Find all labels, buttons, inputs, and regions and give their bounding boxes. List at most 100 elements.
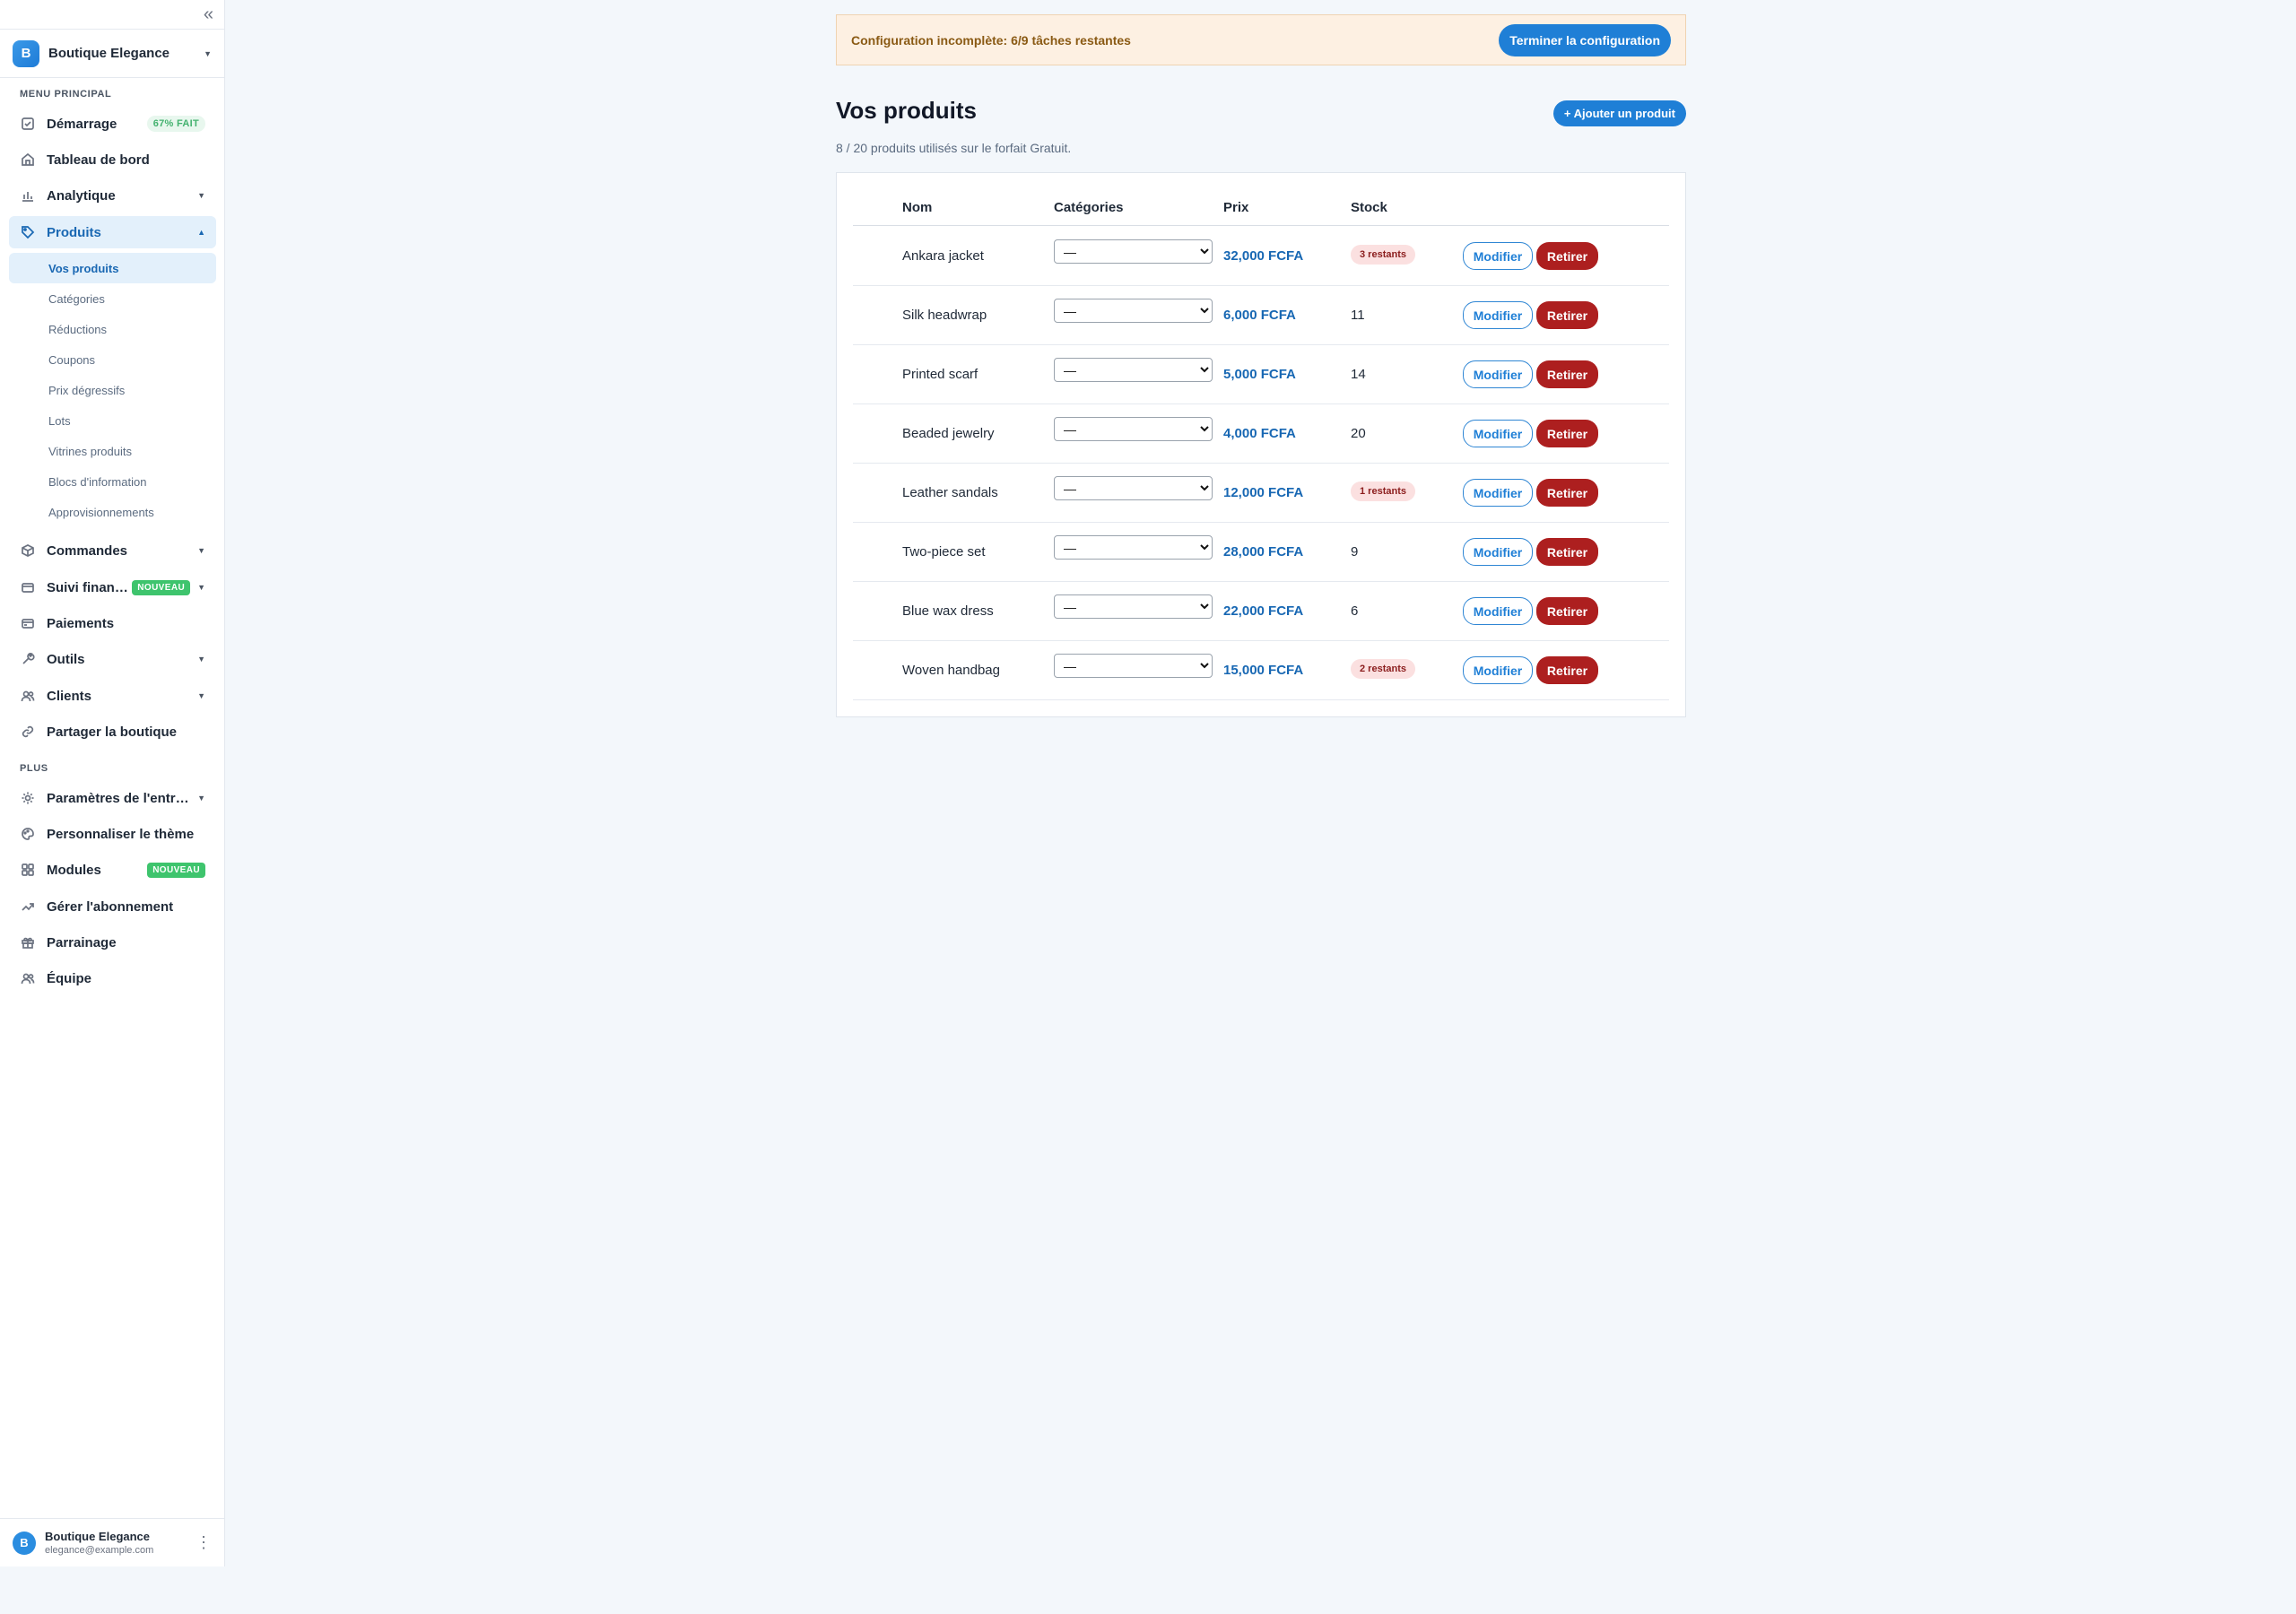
sidebar-item-modules[interactable]: Modules NOUVEAU (9, 854, 216, 886)
avatar: B (13, 1531, 36, 1555)
table-row: Blue wax dress — 22,000 FCFA 6 Modifier Retir… (853, 582, 1669, 641)
modify-button[interactable]: Modifier (1463, 242, 1533, 270)
product-price: 28,000 FCFA (1223, 544, 1304, 560)
category-select[interactable]: — (1054, 299, 1213, 323)
sidebar-item-label: Commandes (47, 542, 128, 559)
sidebar-subitem-categories[interactable]: Catégories (9, 283, 216, 314)
sidebar-item-tools[interactable]: Outils ▼ (9, 643, 216, 675)
product-price: 12,000 FCFA (1223, 485, 1304, 500)
product-price: 22,000 FCFA (1223, 603, 1304, 619)
collapse-sidebar-button[interactable]: « (204, 4, 213, 25)
sidebar-subitem-vitrines[interactable]: Vitrines produits (9, 436, 216, 466)
store-switcher[interactable]: B Boutique Elegance ▼ (0, 30, 224, 78)
sidebar-subitem-vos-produits[interactable]: Vos produits (9, 253, 216, 283)
chevron-down-icon: ▼ (197, 655, 205, 664)
sidebar-item-dashboard[interactable]: Tableau de bord (9, 143, 216, 176)
remove-button[interactable]: Retirer (1536, 479, 1598, 507)
sidebar-item-share[interactable]: Partager la boutique (9, 716, 216, 748)
table-row: Ankara jacket — 32,000 FCFA 3 restants Modif… (853, 227, 1669, 286)
new-badge: NOUVEAU (132, 579, 191, 595)
chevron-down-icon: ▼ (197, 546, 205, 555)
sidebar-subitem-reductions[interactable]: Réductions (9, 314, 216, 344)
page-title: Vos produits (836, 97, 977, 124)
sidebar-item-team[interactable]: Équipe (9, 962, 216, 994)
remove-button[interactable]: Retirer (1536, 597, 1598, 625)
column-header-price: Prix (1223, 200, 1249, 215)
table-header: Nom Catégories Prix Stock (853, 173, 1669, 226)
product-price: 15,000 FCFA (1223, 663, 1304, 678)
product-name: Ankara jacket (902, 248, 984, 264)
sidebar-subitem-lots[interactable]: Lots (9, 405, 216, 436)
table-row: Printed scarf — 5,000 FCFA 14 Modifier Retire… (853, 345, 1669, 404)
store-name: Boutique Elegance (48, 46, 170, 61)
team-icon (20, 970, 36, 986)
user-account[interactable]: B Boutique Elegance elegance@example.com… (0, 1518, 224, 1566)
category-select[interactable]: — (1054, 476, 1213, 500)
modify-button[interactable]: Modifier (1463, 360, 1533, 388)
chevron-down-icon: ▼ (197, 191, 205, 200)
category-select[interactable]: — (1054, 239, 1213, 264)
low-stock-badge: 3 restants (1351, 245, 1415, 265)
setup-banner-text: Configuration incomplète: 6/9 tâches res… (851, 32, 1131, 48)
modify-button[interactable]: Modifier (1463, 538, 1533, 566)
sidebar-item-label: Modules (47, 862, 101, 878)
progress-badge: 67% FAIT (146, 116, 205, 132)
sidebar-item-finance[interactable]: Suivi financier NOUVEAU ▼ (9, 571, 216, 603)
remove-button[interactable]: Retirer (1536, 538, 1598, 566)
sidebar-item-demarrage[interactable]: Démarrage 67% FAIT (9, 108, 216, 140)
low-stock-badge: 1 restants (1351, 482, 1415, 501)
modify-button[interactable]: Modifier (1463, 597, 1533, 625)
sidebar-item-analytics[interactable]: Analytique ▼ (9, 179, 216, 212)
column-header-name: Nom (902, 200, 933, 215)
sidebar-item-label: Équipe (47, 970, 92, 986)
category-select[interactable]: — (1054, 535, 1213, 560)
sidebar-subitem-prix-degressifs[interactable]: Prix dégressifs (9, 375, 216, 405)
sidebar-item-label: Outils (47, 651, 85, 667)
sidebar-item-clients[interactable]: Clients ▼ (9, 680, 216, 712)
category-select[interactable]: — (1054, 417, 1213, 441)
sidebar-item-referral[interactable]: Parrainage (9, 926, 216, 959)
sidebar-subitem-approvisionnements[interactable]: Approvisionnements (9, 497, 216, 527)
modify-button[interactable]: Modifier (1463, 479, 1533, 507)
plan-usage-text: 8 / 20 produits utilisés sur le forfait … (836, 141, 1072, 155)
sidebar-item-subscription[interactable]: Gérer l'abonnement (9, 890, 216, 923)
category-select[interactable]: — (1054, 594, 1213, 619)
product-price: 4,000 FCFA (1223, 426, 1296, 441)
sidebar-item-business-settings[interactable]: Paramètres de l'entreprise ▼ (9, 782, 216, 814)
remove-button[interactable]: Retirer (1536, 301, 1598, 329)
tag-icon (20, 224, 36, 240)
store-logo: B (13, 39, 39, 67)
grid-icon (20, 862, 36, 878)
sidebar-subitem-blocs-info[interactable]: Blocs d'information (9, 466, 216, 497)
remove-button[interactable]: Retirer (1536, 420, 1598, 447)
sidebar-item-theme[interactable]: Personnaliser le thème (9, 818, 216, 850)
sidebar-top-bar: « (0, 0, 224, 30)
modify-button[interactable]: Modifier (1463, 301, 1533, 329)
chevron-down-icon: ▼ (204, 48, 212, 58)
product-name: Leather sandals (902, 485, 998, 500)
product-stock: 11 (1351, 308, 1365, 323)
remove-button[interactable]: Retirer (1536, 242, 1598, 270)
remove-button[interactable]: Retirer (1536, 656, 1598, 684)
category-select[interactable]: — (1054, 654, 1213, 678)
add-product-button[interactable]: + Ajouter un produit (1552, 100, 1686, 126)
product-name: Printed scarf (902, 367, 978, 382)
table-row: Leather sandals — 12,000 FCFA 1 restants Mod… (853, 464, 1669, 523)
sidebar-item-label: Suivi financier (47, 579, 133, 595)
user-name: Boutique Elegance (45, 1530, 151, 1543)
modify-button[interactable]: Modifier (1463, 420, 1533, 447)
more-options-icon[interactable]: ⋮ (196, 1533, 212, 1552)
sidebar-item-orders[interactable]: Commandes ▼ (9, 534, 216, 567)
sidebar-item-products[interactable]: Produits ▲ (9, 216, 216, 248)
product-price: 32,000 FCFA (1223, 248, 1304, 264)
category-select[interactable]: — (1054, 358, 1213, 382)
product-price: 5,000 FCFA (1223, 367, 1296, 382)
remove-button[interactable]: Retirer (1536, 360, 1598, 388)
product-stock: 20 (1351, 426, 1366, 441)
trend-icon (20, 898, 36, 915)
sidebar-item-label: Paiements (47, 615, 115, 631)
sidebar-subitem-coupons[interactable]: Coupons (9, 344, 216, 375)
modify-button[interactable]: Modifier (1463, 656, 1533, 684)
finish-setup-button[interactable]: Terminer la configuration (1499, 23, 1671, 56)
sidebar-item-payments[interactable]: Paiements (9, 607, 216, 639)
